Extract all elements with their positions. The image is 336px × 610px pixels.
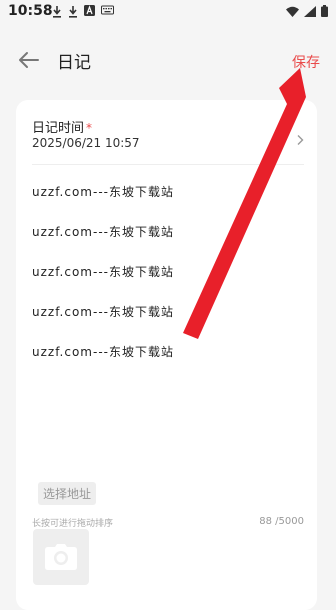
- diary-time-row[interactable]: 日记时间 * 2025/06/21 10:57: [32, 114, 304, 165]
- status-time: 10:58: [8, 3, 53, 19]
- page-header: 日记 保存: [0, 40, 336, 80]
- photo-sort-hint: 长按可进行拖动排序: [32, 519, 114, 529]
- diary-time-label: 日记时间 *: [32, 117, 92, 136]
- download-icon: [53, 6, 61, 18]
- wifi-icon: [286, 6, 299, 17]
- keyboard-icon: [101, 5, 114, 15]
- chevron-right-icon: [297, 135, 304, 145]
- camera-icon: [45, 544, 77, 570]
- download-icon: [69, 6, 77, 18]
- diary-content[interactable]: uzzf.com---东坡下载站 uzzf.com---东坡下载站 uzzf.c…: [32, 182, 292, 382]
- content-line: uzzf.com---东坡下载站: [32, 225, 174, 239]
- add-photo-button[interactable]: [33, 529, 89, 585]
- back-button[interactable]: [16, 48, 42, 72]
- content-line: uzzf.com---东坡下载站: [32, 265, 174, 279]
- status-notification-icons: [52, 5, 114, 18]
- status-system-icons: [286, 5, 328, 17]
- battery-icon: [321, 5, 328, 17]
- content-line: uzzf.com---东坡下载站: [32, 185, 174, 199]
- arrow-left-icon: [19, 52, 39, 68]
- required-mark: *: [86, 121, 93, 135]
- diary-time-label-text: 日记时间: [32, 121, 85, 136]
- signal-icon: [304, 5, 316, 17]
- char-counter: 88 /5000: [259, 516, 304, 527]
- status-bar: 10:58: [0, 0, 336, 26]
- page-title: 日记: [57, 53, 91, 73]
- content-line: uzzf.com---东坡下载站: [32, 345, 174, 359]
- content-line: uzzf.com---东坡下载站: [32, 305, 174, 319]
- save-button[interactable]: 保存: [292, 52, 320, 72]
- diary-time-value: 2025/06/21 10:57: [32, 136, 140, 150]
- diary-form-card: 日记时间 * 2025/06/21 10:57 uzzf.com---东坡下载站 …: [16, 100, 317, 610]
- select-address-button[interactable]: 选择地址: [38, 482, 97, 505]
- text-a-icon: [84, 5, 95, 16]
